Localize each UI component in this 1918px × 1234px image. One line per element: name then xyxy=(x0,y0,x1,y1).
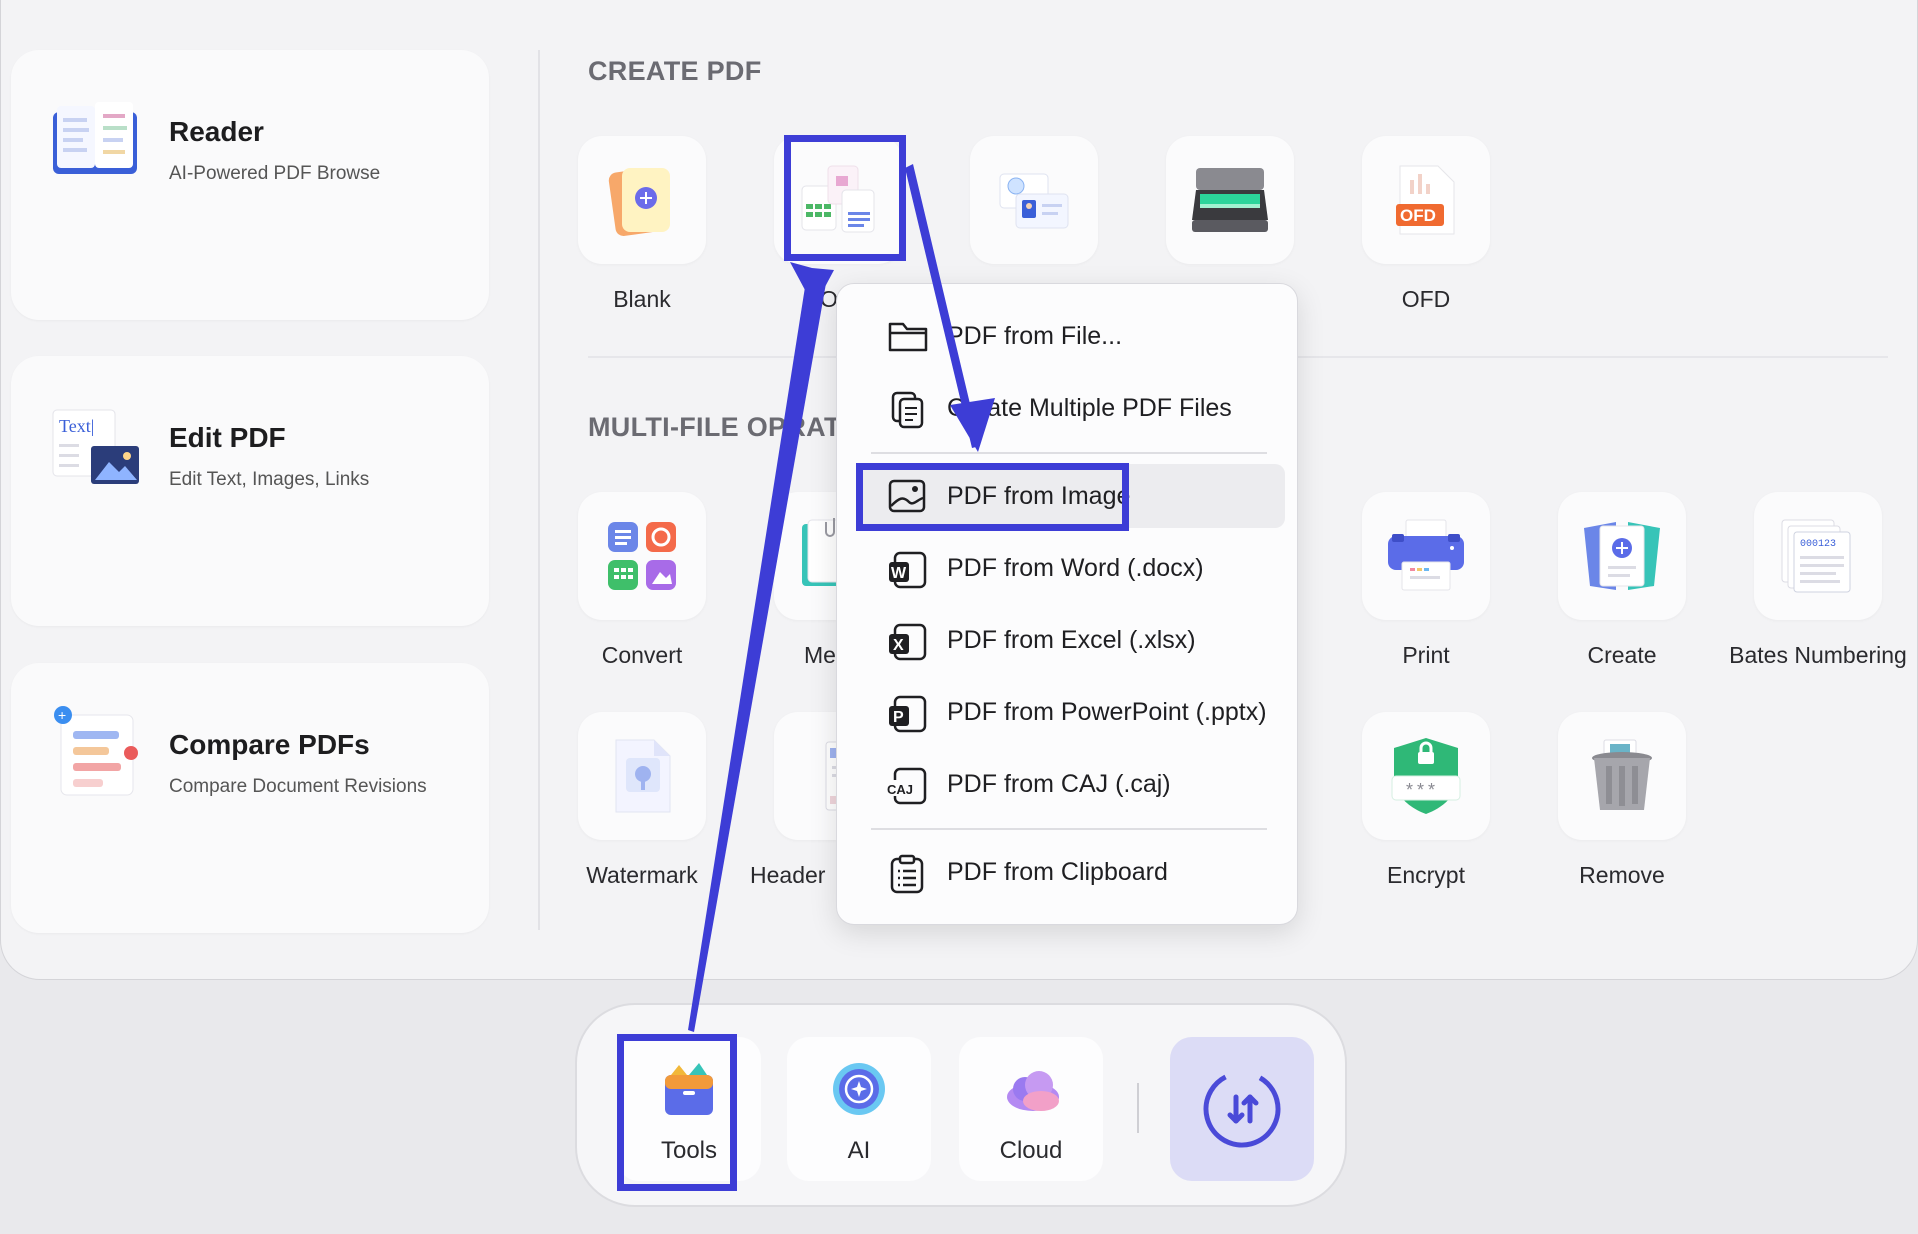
annotation-arrows xyxy=(0,0,1918,1234)
